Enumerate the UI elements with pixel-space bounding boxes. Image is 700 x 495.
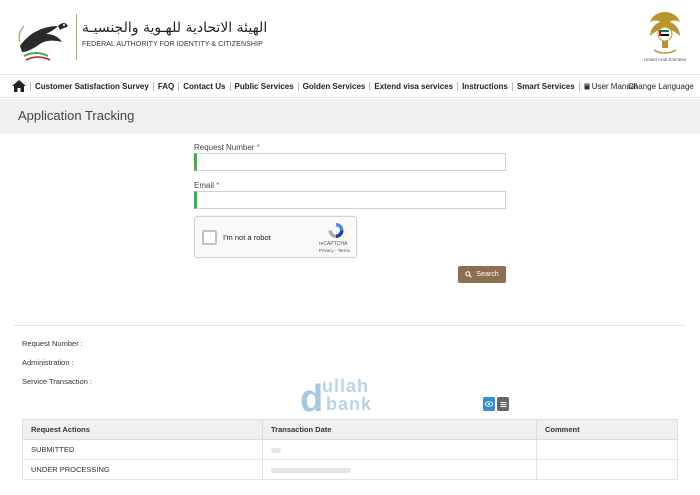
nav-public-services[interactable]: Public Services — [229, 82, 298, 91]
nav-golden-services[interactable]: Golden Services — [297, 82, 370, 91]
col-transaction-date: Transaction Date — [262, 419, 537, 440]
watermark-letter: d — [300, 378, 324, 420]
search-icon — [465, 271, 473, 278]
uae-emblem-icon — [650, 12, 680, 54]
required-mark: * — [256, 143, 260, 152]
row-date — [262, 439, 537, 460]
nav-extend-visa[interactable]: Extend visa services — [369, 82, 457, 91]
header-divider — [76, 14, 77, 60]
required-mark: * — [216, 181, 220, 190]
col-request-actions: Request Actions — [22, 419, 263, 440]
table-row: SUBMITTED — [22, 439, 678, 460]
row-date — [262, 459, 537, 480]
recaptcha-widget: I'm not a robot reCAPTCHA Privacy - Term… — [194, 216, 357, 258]
row-action: UNDER PROCESSING — [22, 459, 263, 480]
table-header-row: Request Actions Transaction Date Comment — [22, 419, 678, 440]
nav-customer-survey[interactable]: Customer Satisfaction Survey — [30, 82, 153, 91]
recaptcha-brand: reCAPTCHA — [319, 241, 348, 247]
request-number-input[interactable] — [194, 153, 506, 171]
search-button-label: Search — [476, 271, 499, 278]
recaptcha-logo-icon — [328, 223, 344, 238]
redacted-date — [271, 467, 351, 473]
table-row: UNDER PROCESSING — [22, 459, 678, 480]
result-service-transaction-label: Service Transaction : — [22, 377, 93, 386]
recaptcha-checkbox[interactable] — [202, 230, 217, 245]
nav-instructions[interactable]: Instructions — [457, 82, 512, 91]
authority-english-name: FEDERAL AUTHORITY FOR IDENTITY & CITIZEN… — [82, 41, 263, 48]
redacted-date — [271, 447, 281, 453]
page-title: Application Tracking — [18, 108, 135, 123]
change-language-link[interactable]: Change Language — [628, 82, 694, 91]
list-view-button[interactable] — [497, 397, 509, 411]
authority-arabic-name: الهيئة الاتحادية للهـوية والجنسيـة — [82, 20, 268, 36]
email-label: Email * — [194, 181, 220, 190]
result-administration-label: Administration : — [22, 358, 74, 367]
email-input[interactable] — [194, 191, 506, 209]
home-icon[interactable] — [12, 80, 26, 92]
section-divider — [14, 325, 686, 326]
recaptcha-label: I'm not a robot — [223, 233, 271, 242]
row-comment — [536, 459, 678, 480]
request-actions-table: Request Actions Transaction Date Comment… — [22, 419, 678, 480]
eye-view-button[interactable] — [483, 397, 495, 411]
result-request-number-label: Request Number : — [22, 339, 83, 348]
nav-contact-us[interactable]: Contact Us — [178, 82, 229, 91]
site-header: الهيئة الاتحادية للهـوية والجنسيـة FEDER… — [0, 0, 700, 72]
eye-icon — [485, 401, 493, 407]
watermark-bottom: bank — [326, 394, 373, 414]
falcon-logo-icon[interactable] — [14, 12, 72, 64]
row-action: SUBMITTED — [22, 439, 263, 460]
request-number-label: Request Number * — [194, 143, 260, 152]
watermark: d ullah bank — [300, 376, 400, 418]
recaptcha-links[interactable]: Privacy - Terms — [319, 248, 350, 253]
nav-items: Customer Satisfaction Survey FAQ Contact… — [30, 82, 641, 91]
col-comment: Comment — [536, 419, 678, 440]
emblem-caption: United Arab Emirates — [643, 57, 687, 62]
list-icon — [500, 401, 506, 407]
main-nav: Customer Satisfaction Survey FAQ Contact… — [0, 74, 700, 98]
page-title-bar: Application Tracking — [0, 99, 700, 134]
nav-faq[interactable]: FAQ — [152, 82, 178, 91]
nav-smart-services[interactable]: Smart Services — [511, 82, 579, 91]
book-icon — [584, 83, 590, 90]
search-button[interactable]: Search — [458, 266, 506, 283]
row-comment — [536, 439, 678, 460]
